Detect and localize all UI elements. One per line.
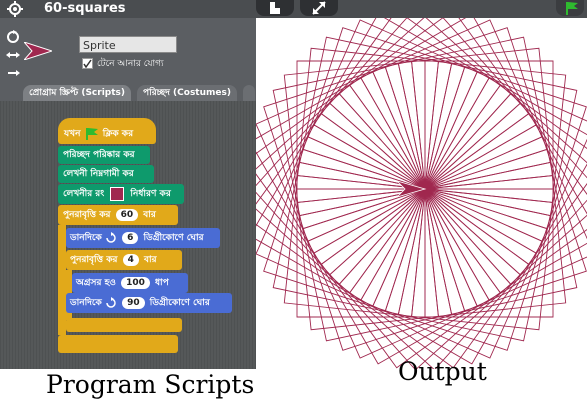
turn-right-90-block[interactable]: ডানদিকে 90 ডিগ্রীকোণে ঘোর — [70, 295, 210, 311]
repeat-outer-label: পুনরাবৃত্তি কর — [63, 210, 111, 220]
repeat-inner-bottom-bg — [66, 318, 182, 332]
square-outline — [296, 188, 426, 318]
move-label: অগ্রসর হও — [76, 278, 116, 288]
repeat-outer-arm-bg — [58, 225, 66, 335]
when-flag-block[interactable]: যখন ক্লিক কর — [64, 126, 133, 142]
tab-scripts[interactable]: প্রোগ্রাম স্ক্রিপ্ট (Scripts) — [23, 85, 131, 101]
tab-costumes[interactable]: পরিচ্ছদ (Costumes) — [137, 85, 237, 101]
page-icon — [270, 2, 280, 14]
turn-right-1-suffix: ডিগ্রীকোণে ঘোর — [143, 233, 204, 243]
repeat-inner-label: পুনরাবৃত্তি কর — [70, 255, 118, 265]
turn-right-2-degrees[interactable]: 90 — [122, 297, 145, 309]
move-suffix: ধাপ — [155, 278, 169, 288]
caption-output: Output — [398, 357, 487, 386]
top-bar: 60-squares — [0, 0, 587, 18]
turn-right-6-block[interactable]: ডানদিকে 6 ডিগ্রীকোণে ঘোর — [70, 230, 204, 246]
fullscreen-icon — [312, 1, 326, 15]
rotate-clockwise-icon — [106, 296, 116, 308]
tab-sounds[interactable] — [243, 85, 255, 101]
square-outline — [338, 188, 521, 371]
set-color-suffix: নির্ধারণ কর — [130, 189, 171, 199]
square-outline — [424, 60, 554, 190]
pattern-canvas — [243, 7, 587, 371]
repeat-inner-suffix: বার — [144, 255, 157, 265]
sprite-thumbnail — [24, 42, 52, 60]
pen-down-block[interactable]: লেখনী নিম্নগামী কর — [63, 166, 134, 182]
square-outline — [329, 188, 512, 371]
rotate-icon[interactable] — [6, 30, 20, 44]
clear-label: পরিচ্ছদ পরিষ্কার কর — [63, 150, 135, 160]
clear-block[interactable]: পরিচ্ছদ পরিষ্কার কর — [63, 147, 135, 163]
sprite-name-field[interactable]: Sprite — [79, 36, 177, 53]
turn-right-2-label: ডানদিকে — [70, 298, 102, 308]
set-color-label: লেখনীর রং — [63, 189, 105, 199]
green-flag-icon — [85, 127, 98, 140]
caption-program-scripts: Program Scripts — [46, 370, 255, 399]
pen-color-swatch[interactable] — [110, 186, 125, 201]
square-outline — [320, 188, 501, 369]
move-block[interactable]: অগ্রসর হও 100 ধাপ — [76, 275, 169, 291]
stage-output — [243, 7, 587, 371]
turn-right-1-degrees[interactable]: 6 — [122, 232, 139, 244]
green-flag-button[interactable] — [556, 0, 584, 16]
draggable-checkbox[interactable] — [82, 58, 93, 69]
no-rotate-icon[interactable] — [6, 66, 20, 80]
gear-icon[interactable] — [7, 1, 23, 17]
set-color-block[interactable]: লেখনীর রং নির্ধারণ কর — [63, 186, 171, 202]
move-steps[interactable]: 100 — [121, 277, 150, 289]
square-outline — [424, 188, 554, 318]
green-flag-icon — [566, 2, 578, 15]
square-outline — [349, 188, 530, 369]
repeat-inner-count[interactable]: 4 — [122, 254, 139, 266]
project-title: 60-squares — [44, 1, 126, 16]
draggable-label: টেনে আনার যোগ্য — [97, 59, 164, 69]
fullscreen-button[interactable] — [300, 0, 338, 16]
when-flag-label: যখন — [64, 129, 81, 139]
check-icon — [83, 59, 92, 68]
square-outline — [296, 60, 426, 190]
repeat-inner-block[interactable]: পুনরাবৃত্তি কর 4 বার — [70, 252, 157, 268]
repeat-outer-count[interactable]: 60 — [115, 209, 139, 221]
turn-right-1-label: ডানদিকে — [70, 233, 102, 243]
rotate-clockwise-icon — [106, 231, 116, 243]
stage-size-button[interactable] — [256, 0, 294, 16]
when-flag-suffix: ক্লিক কর — [102, 129, 134, 139]
repeat-outer-suffix: বার — [143, 210, 156, 220]
repeat-outer-block[interactable]: পুনরাবৃত্তি কর 60 বার — [63, 207, 156, 223]
repeat-outer-bottom-bg — [58, 335, 178, 353]
pen-down-label: লেখনী নিম্নগামী কর — [63, 169, 134, 179]
left-right-icon[interactable] — [6, 48, 20, 62]
turn-right-2-suffix: ডিগ্রীকোণে ঘোর — [149, 298, 210, 308]
